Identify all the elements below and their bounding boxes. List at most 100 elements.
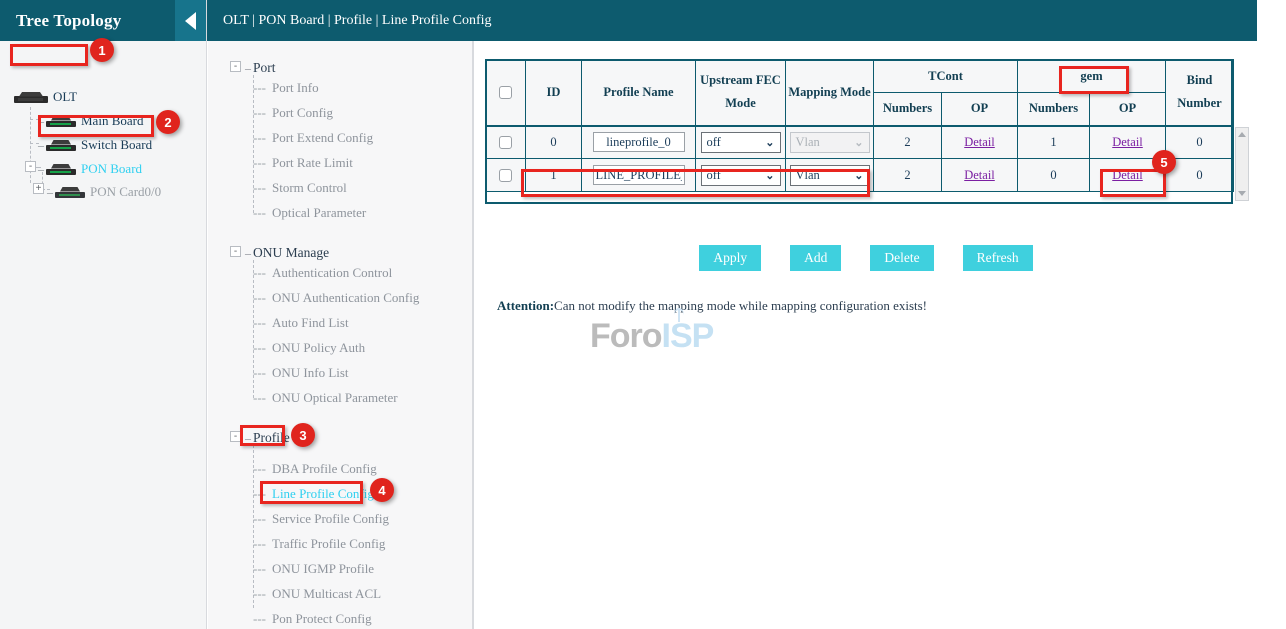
tree-topology-sidebar: Tree Topology OLT – [0,0,207,629]
row-checkbox[interactable] [499,136,512,149]
cell-id: 1 [526,159,582,192]
nav-item-onu-authentication-config[interactable]: --- ONU Authentication Config [208,285,419,310]
mapping-mode-select[interactable]: Vlan ⌄ [790,165,870,186]
main-content: ID Profile Name Upstream FEC Mode Mappin… [473,41,1257,629]
nav-item-traffic-profile-config[interactable]: --- Traffic Profile Config [208,531,385,556]
nav-item-line-profile-config[interactable]: --- Line Profile Config [208,481,374,506]
refresh-button[interactable]: Refresh [963,245,1033,271]
select-all-checkbox[interactable] [499,86,512,99]
row-checkbox[interactable] [499,169,512,182]
watermark-antenna-icon [678,310,680,322]
tree-item-label: OLT [51,89,77,105]
nav-item-label: ONU Optical Parameter [272,390,398,406]
right-margin [1257,0,1286,629]
nav-item-onu-igmp-profile[interactable]: --- ONU IGMP Profile [208,556,374,581]
nav-item-onu-info-list[interactable]: --- ONU Info List [208,360,349,385]
tree-item-main-board[interactable]: – Main Board [0,109,143,133]
tcont-detail-link[interactable]: Detail [964,135,995,149]
nav-item-port-info[interactable]: --- Port Info [208,75,319,100]
mapping-mode-select[interactable]: Vlan ⌄ [790,132,870,153]
feature-nav-panel: - – Port --- Port Info --- Port Config -… [208,41,473,629]
column-header-tcont-op: OP [942,93,1018,126]
tree-item-label: PON Card0/0 [88,184,161,200]
profile-name-input[interactable] [593,165,685,185]
scroll-up-icon[interactable] [1238,132,1246,137]
chevron-down-icon: ⌄ [854,133,863,153]
device-olt-icon [14,92,48,103]
nav-item-label: ONU Info List [272,365,349,381]
column-header-upstream-fec-line2: Mode [696,96,785,111]
cell-tcont-op: Detail [942,126,1018,159]
tree-dash-icon: – [245,431,251,446]
watermark-part2: ISP [662,317,714,355]
column-header-bind-line2: Number [1166,96,1233,111]
cell-tcont-numbers: 2 [874,159,942,192]
chevron-down-icon: ⌄ [765,166,774,186]
nav-item-port-extend-config[interactable]: --- Port Extend Config [208,125,373,150]
upstream-fec-select[interactable]: off ⌄ [701,165,781,186]
add-button[interactable]: Add [790,245,841,271]
tree-dash-icon: – [38,138,44,153]
cell-bind-number: 0 [1166,126,1234,159]
apply-button[interactable]: Apply [699,245,761,271]
device-tree: OLT – Main Board – Switch Board - [0,41,206,47]
cell-gem-numbers: 0 [1018,159,1090,192]
tree-item-label: Main Board [79,113,143,129]
table-header-row-1: ID Profile Name Upstream FEC Mode Mappin… [486,60,1234,93]
column-header-profile-name: Profile Name [582,60,696,126]
column-header-mapping-mode: Mapping Mode [786,60,874,126]
column-header-tcont: TCont [874,60,1018,93]
device-board-icon [46,140,76,151]
delete-button[interactable]: Delete [870,245,933,271]
column-header-bind-line1: Bind [1166,73,1233,88]
nav-item-auto-find-list[interactable]: --- Auto Find List [208,310,349,335]
gem-detail-link[interactable]: Detail [1112,168,1143,182]
nav-item-label: Line Profile Config [272,486,374,502]
nav-item-port-rate-limit[interactable]: --- Port Rate Limit [208,150,353,175]
nav-item-onu-multicast-acl[interactable]: --- ONU Multicast ACL [208,581,381,606]
application-window: Tree Topology OLT – [0,0,1286,629]
sidebar-title: Tree Topology [0,11,121,31]
nav-item-dba-profile-config[interactable]: --- DBA Profile Config [208,456,377,481]
cell-tcont-op: Detail [942,159,1018,192]
sidebar-collapse-button[interactable] [175,0,206,41]
breadcrumb-bar: OLT | PON Board | Profile | Line Profile… [207,0,1257,41]
column-header-upstream-fec-line1: Upstream FEC [696,73,785,88]
table-vertical-scrollbar[interactable] [1235,127,1249,201]
nav-item-authentication-control[interactable]: --- Authentication Control [208,260,392,285]
upstream-fec-value: off [707,168,721,182]
cell-gem-op: Detail [1090,126,1166,159]
cell-gem-numbers: 1 [1018,126,1090,159]
tree-dash-icon: – [38,114,44,129]
cell-profile-name [582,126,696,159]
nav-item-optical-parameter[interactable]: --- Optical Parameter [208,200,366,225]
scroll-down-icon[interactable] [1238,191,1246,196]
nav-item-label: Traffic Profile Config [272,536,385,552]
nav-item-service-profile-config[interactable]: --- Service Profile Config [208,506,389,531]
tree-item-olt[interactable]: OLT [0,85,77,109]
upstream-fec-select[interactable]: off ⌄ [701,132,781,153]
gem-detail-link[interactable]: Detail [1112,135,1143,149]
action-button-row: Apply Add Delete Refresh [485,245,1247,271]
foroisp-watermark: ForoISP [590,317,713,356]
cell-upstream-fec: off ⌄ [696,159,786,192]
tree-item-switch-board[interactable]: – Switch Board [0,133,152,157]
profile-name-input[interactable] [593,132,685,152]
nav-group-profile[interactable]: – Profile [208,425,290,451]
nav-item-onu-policy-auth[interactable]: --- ONU Policy Auth [208,335,365,360]
nav-item-label: ONU Authentication Config [272,290,419,306]
tcont-detail-link[interactable]: Detail [964,168,995,182]
table-row: 1 off ⌄ Vlan [486,159,1234,192]
nav-item-port-config[interactable]: --- Port Config [208,100,333,125]
column-header-gem-numbers: Numbers [1018,93,1090,126]
cell-upstream-fec: off ⌄ [696,126,786,159]
nav-item-onu-optical-parameter[interactable]: --- ONU Optical Parameter [208,385,398,410]
column-header-id: ID [526,60,582,126]
tree-dash-icon: – [245,246,251,261]
tree-item-pon-card[interactable]: – PON Card0/0 [0,180,161,204]
nav-item-storm-control[interactable]: --- Storm Control [208,175,347,200]
nav-item-pon-protect-config[interactable]: --- Pon Protect Config [208,606,372,629]
cell-bind-number: 0 [1166,159,1234,192]
chevron-down-icon: ⌄ [765,133,774,153]
tree-item-pon-board[interactable]: – PON Board [0,157,142,181]
